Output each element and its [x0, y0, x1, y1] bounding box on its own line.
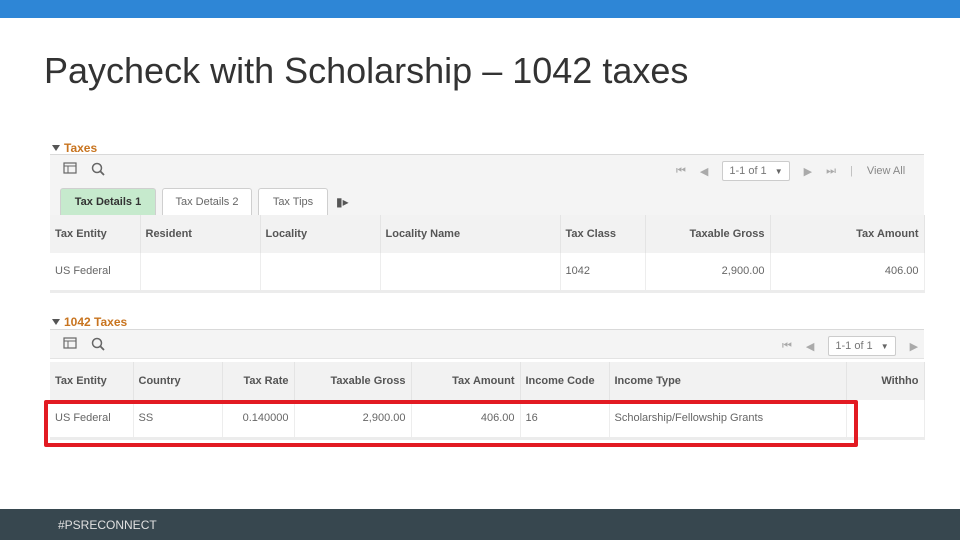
taxes-1042-grid: Tax Entity Country Tax Rate Taxable Gros… [50, 362, 925, 440]
column-header[interactable]: Resident [140, 215, 261, 253]
column-header[interactable]: Tax Class [560, 215, 646, 253]
table-cell: 16 [520, 400, 610, 440]
grid-icon[interactable] [62, 337, 78, 351]
column-header[interactable]: Locality [260, 215, 381, 253]
taxes-section-header[interactable]: Taxes [52, 141, 97, 155]
row-range-select[interactable]: 1-1 of 1 ▼ [722, 161, 790, 181]
pager-divider: | [849, 165, 853, 177]
last-page-icon[interactable]: ⏭ [826, 165, 836, 178]
taxes-pager: ⏮ ◀ 1-1 of 1 ▼ ▶ ⏭ | View All [676, 161, 905, 181]
chevron-down-icon: ▼ [880, 341, 889, 351]
screenshot-panel: Taxes ⏮ ◀ 1-1 of 1 ▼ ▶ ⏭ | View All Tax … [44, 136, 925, 447]
taxes-toolbar: ⏮ ◀ 1-1 of 1 ▼ ▶ ⏭ | View All [50, 154, 924, 184]
column-header[interactable]: Tax Amount [770, 215, 925, 253]
column-header[interactable]: Withho [846, 362, 925, 400]
table-cell: US Federal [50, 400, 134, 440]
first-page-icon[interactable]: ⏮ [782, 340, 792, 353]
view-all-link[interactable]: View All [867, 165, 905, 177]
next-page-icon[interactable]: ▶ [910, 340, 918, 353]
tab-tax-details-2[interactable]: Tax Details 2 [162, 188, 252, 215]
grid-icon[interactable] [62, 162, 78, 176]
table-cell: 1042 [560, 253, 646, 293]
top-accent-bar [0, 0, 960, 18]
prev-page-icon[interactable]: ◀ [700, 165, 708, 178]
column-header[interactable]: Country [133, 362, 223, 400]
table-cell [380, 253, 561, 293]
column-header[interactable]: Tax Entity [50, 362, 134, 400]
show-all-columns-icon[interactable]: ▮▸ [336, 195, 349, 209]
taxes-1042-heading: 1042 Taxes [64, 315, 128, 329]
table-cell: 406.00 [411, 400, 521, 440]
first-page-icon[interactable]: ⏮ [676, 165, 686, 178]
column-header[interactable]: Income Type [609, 362, 847, 400]
chevron-down-icon: ▼ [774, 166, 783, 176]
taxes-header-row: Tax Entity Resident Locality Locality Na… [50, 215, 925, 253]
next-page-icon[interactable]: ▶ [804, 165, 812, 178]
table-cell: US Federal [50, 253, 141, 293]
column-header[interactable]: Taxable Gross [294, 362, 412, 400]
column-header[interactable]: Tax Entity [50, 215, 141, 253]
search-icon[interactable] [90, 162, 106, 176]
collapse-triangle-icon[interactable] [52, 319, 60, 325]
row-range-value: 1-1 of 1 [729, 165, 767, 177]
search-icon[interactable] [90, 337, 106, 351]
table-cell: Scholarship/Fellowship Grants [609, 400, 847, 440]
tab-tax-tips[interactable]: Tax Tips [258, 188, 328, 215]
table-cell [140, 253, 261, 293]
row-range-value: 1-1 of 1 [835, 340, 873, 352]
collapse-triangle-icon[interactable] [52, 145, 60, 151]
table-row: US Federal 1042 2,900.00 406.00 [50, 253, 925, 293]
table-cell [846, 400, 925, 440]
taxes-1042-pager: ⏮ ◀ 1-1 of 1 ▼ ▶ [782, 336, 918, 356]
table-cell: 2,900.00 [294, 400, 412, 440]
column-header[interactable]: Locality Name [380, 215, 561, 253]
table-cell: 2,900.00 [645, 253, 771, 293]
table-cell: 406.00 [770, 253, 925, 293]
table-cell: 0.140000 [222, 400, 295, 440]
column-header[interactable]: Tax Rate [222, 362, 295, 400]
footer-hashtag: #PSRECONNECT [58, 518, 157, 532]
prev-page-icon[interactable]: ◀ [806, 340, 814, 353]
slide-title: Paycheck with Scholarship – 1042 taxes [44, 50, 689, 91]
table-row: US Federal SS 0.140000 2,900.00 406.00 1… [50, 400, 925, 440]
tab-tax-details-1[interactable]: Tax Details 1 [60, 188, 156, 215]
taxes-heading: Taxes [64, 141, 98, 155]
footer-bar: #PSRECONNECT [0, 509, 960, 540]
taxes-1042-toolbar: ⏮ ◀ 1-1 of 1 ▼ ▶ [50, 329, 924, 359]
table-cell [260, 253, 381, 293]
row-range-select[interactable]: 1-1 of 1 ▼ [828, 336, 896, 356]
taxes-1042-section-header[interactable]: 1042 Taxes [52, 315, 127, 329]
taxes-grid: Tax Entity Resident Locality Locality Na… [50, 215, 925, 293]
table-cell: SS [133, 400, 223, 440]
taxes-1042-header-row: Tax Entity Country Tax Rate Taxable Gros… [50, 362, 925, 400]
column-header[interactable]: Income Code [520, 362, 610, 400]
column-header[interactable]: Taxable Gross [645, 215, 771, 253]
column-header[interactable]: Tax Amount [411, 362, 521, 400]
taxes-tab-bar: Tax Details 1 Tax Details 2 Tax Tips ▮▸ [50, 183, 924, 215]
